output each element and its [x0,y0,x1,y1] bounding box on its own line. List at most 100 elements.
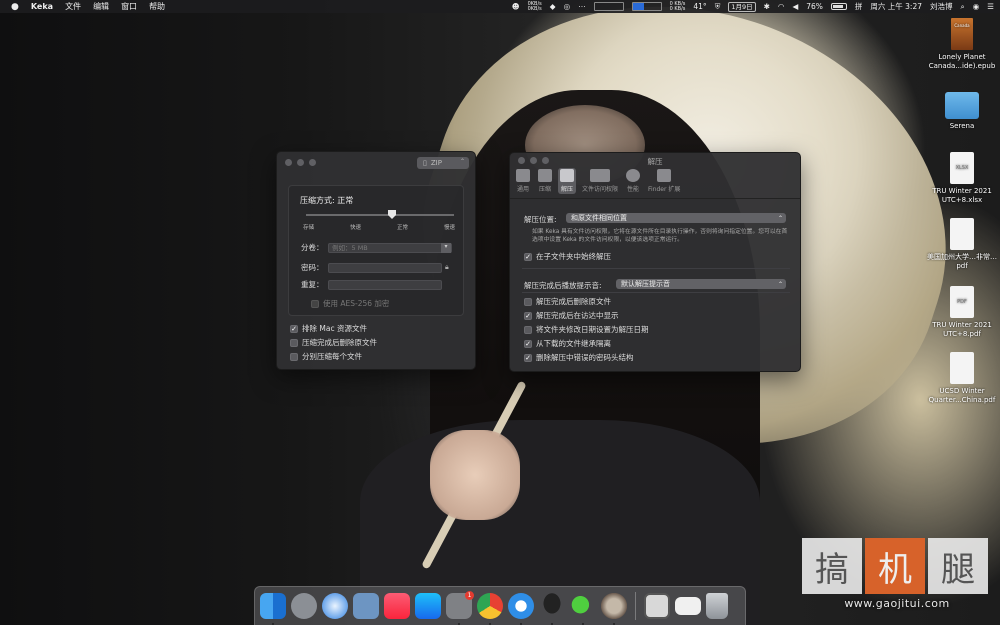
spotlight-icon[interactable]: ⌕ [961,2,965,12]
format-select[interactable]: ▯ ZIP [417,157,469,169]
volume-icon[interactable]: ◀ [792,2,798,11]
reveal-in-finder-checkbox[interactable]: ✓ 解压完成后在访达中显示 [524,310,619,321]
notification-center-icon[interactable]: ☰ [987,2,994,11]
trash-icon[interactable] [706,593,728,619]
compression-method-label: 压缩方式: 正常 [300,196,354,205]
input-source-icon[interactable]: 拼 [855,1,863,12]
repeat-password-field[interactable] [328,279,442,290]
watermark-chars: 搞 机 腿 [802,538,992,594]
date-badge[interactable]: 1月9日 [728,1,756,12]
chrome-icon[interactable] [477,593,503,625]
delete-after-extract-checkbox[interactable]: 解压完成后删除原文件 [524,296,611,307]
notification-badge: 1 [465,591,474,600]
checkmark-icon: ✓ [524,353,532,362]
sound-label: 解压完成后播放提示音: [524,281,602,290]
safari-icon[interactable] [322,593,348,619]
desktop-file-pdf-3[interactable]: UCSD Winter Quarter...China.pdf [922,352,1000,405]
aes-checkbox[interactable]: 使用 AES-256 加密 [311,298,389,309]
location-popup[interactable]: 和原文件相同位置 [566,213,786,224]
lock-icon[interactable]: 🔒︎ [445,263,449,272]
compress-separately-checkbox[interactable]: 分别压缩每个文件 [290,351,362,362]
app-store-icon[interactable] [415,593,441,619]
watermark-char: 搞 [802,538,862,594]
user-menu[interactable]: 刘浩博 [930,1,953,12]
keka-preferences-window: 解压 通用 压缩 解压 文件访问权限 性能 Finder 扩展 解压位置: 和原… [509,152,801,372]
finder-icon[interactable] [260,593,286,625]
baidu-netdisk-icon[interactable] [508,593,534,625]
menu-file[interactable]: 文件 [65,1,81,12]
close-button[interactable] [285,159,292,166]
chevron-down-icon[interactable]: ▾ [441,242,451,253]
system-preferences-icon[interactable]: 1 [446,591,474,625]
app-menu[interactable]: Keka [31,2,53,11]
wifi-icon[interactable]: ◠ [778,2,785,11]
shield-icon[interactable]: ⛨ [715,2,721,12]
tab-performance[interactable]: 性能 [624,168,642,194]
cpu-meter[interactable] [593,2,624,11]
password-label: 密码： [301,263,324,272]
minimize-button[interactable] [297,159,304,166]
zoom-button[interactable] [309,159,316,166]
net-speed-a[interactable]: 0KB/s 0KB/s [528,1,542,12]
tab-compress[interactable]: 压缩 [536,168,554,194]
delete-after-compress-checkbox[interactable]: 压缩完成后删除原文件 [290,337,377,348]
music-icon[interactable] [384,593,410,619]
clock[interactable]: 周六 上午 3:27 [870,1,922,12]
file-access-note: 如果 Keka 具有文件访问权限，它将在源文件所在目录执行操作，否则将询问指定位… [532,229,788,243]
qq-tray-icon[interactable]: ◆ [550,2,556,11]
tab-general[interactable]: 通用 [514,168,532,194]
wechat-icon[interactable] [570,593,596,625]
status-face-icon[interactable]: ☻ [512,2,520,11]
exclude-mac-resources-checkbox[interactable]: ✓ 排除 Mac 资源文件 [290,323,367,334]
password-field[interactable] [328,262,442,273]
dock: 1 [254,586,746,625]
desktop-folder-serena[interactable]: Serena [922,92,1000,131]
switch-icon [516,169,530,182]
tab-finder-extension[interactable]: Finder 扩展 [646,168,682,194]
net-speed-b[interactable]: 0 KB/s 0 KB/s [670,1,686,12]
document-icon[interactable] [675,597,701,615]
preferences-toolbar: 通用 压缩 解压 文件访问权限 性能 Finder 扩展 [514,168,682,194]
dots-icon[interactable]: ⋯ [578,2,586,11]
toolbar-divider [510,198,800,199]
memory-meter[interactable] [631,2,662,11]
menu-help[interactable]: 帮助 [149,1,165,12]
document-icon: ▯ [423,159,427,167]
password-row: 密码： 🔒︎ [301,262,449,273]
always-subfolder-checkbox[interactable]: ✓ 在子文件夹中始终解压 [524,251,611,262]
xlsx-file-icon: XLSX [950,152,974,184]
split-combo[interactable]: 例如：5 MB ▾ [328,242,452,253]
desktop-file-pdf-2[interactable]: PDF TRU Winter 2021 UTC+8.pdf [922,286,1000,339]
sound-popup[interactable]: 默认解压提示音 [616,279,786,290]
keka-icon[interactable] [601,593,627,625]
compression-slider[interactable] [306,210,454,219]
inherit-quarantine-checkbox[interactable]: ✓ 从下载的文件继承隔离 [524,338,611,349]
siri-icon[interactable]: ◉ [973,2,980,11]
menu-edit[interactable]: 编辑 [93,1,109,12]
desktop-file-epub[interactable]: Canada Lonely Planet Canada...ide).epub [922,18,1000,71]
remove-bad-password-header-checkbox[interactable]: ✓ 删除解压中错误的密码头结构 [524,352,634,363]
tab-extract[interactable]: 解压 [558,168,576,194]
split-label: 分卷： [301,243,324,252]
tab-file-access[interactable]: 文件访问权限 [580,168,620,194]
checkmark-icon: ✓ [524,339,532,348]
checkmark-icon: ✓ [290,324,298,333]
wechat-tray-icon[interactable]: ◎ [564,2,571,11]
desktop-file-pdf-1[interactable]: 美国加州大学…非常…pdf [922,218,1000,271]
qq-icon[interactable] [539,593,565,625]
stack-icon[interactable] [644,593,670,619]
apple-menu-icon[interactable]: ● [11,2,19,12]
bluetooth-icon[interactable]: ✱ [764,2,770,11]
launchpad-icon[interactable] [291,593,317,619]
desktop-file-xlsx[interactable]: XLSX TRU Winter 2021 UTC+8.xlsx [922,152,1000,205]
battery-icon[interactable] [830,3,847,10]
divider [522,268,790,269]
battery-percent[interactable]: 76% [806,2,823,11]
preview-icon[interactable] [353,593,379,619]
slider-thumb[interactable] [388,210,396,219]
location-label: 解压位置: [524,215,557,224]
set-modification-date-checkbox[interactable]: 将文件夹修改日期设置为解压日期 [524,324,649,335]
temperature-readout[interactable]: 41° [693,2,706,11]
level-slow: 慢速 [443,225,455,231]
menu-window[interactable]: 窗口 [121,1,137,12]
